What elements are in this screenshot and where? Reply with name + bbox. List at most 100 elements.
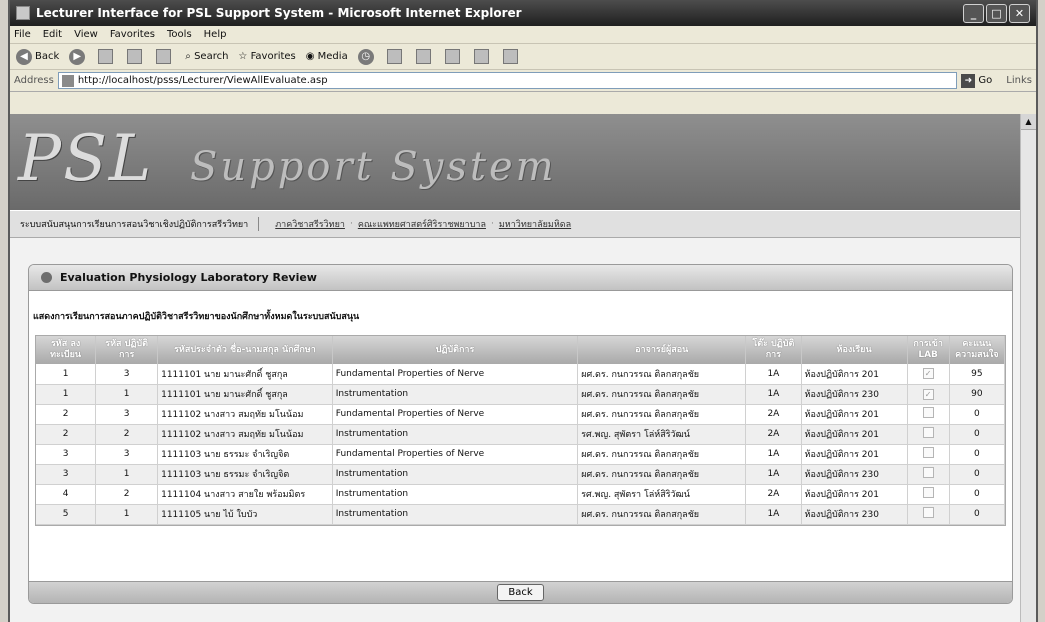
cell-attendance (907, 504, 950, 525)
title-bar: Lecturer Interface for PSL Support Syste… (10, 0, 1036, 26)
nav-link-mahidol[interactable]: มหาวิทยาลัยมหิดล (499, 217, 571, 231)
cell-room: ห้องปฏิบัติการ 201 (801, 444, 908, 465)
cell-student: 1111101 นาย มานะศักดิ์ ชูสกุล (157, 384, 333, 405)
table-row[interactable]: 5 1 1111105 นาย ไบ้ ใบบัว Instrumentatio… (36, 504, 1006, 525)
menu-favorites[interactable]: Favorites (110, 29, 155, 40)
home-button[interactable] (156, 49, 175, 64)
stop-icon (98, 49, 114, 64)
vertical-scrollbar[interactable]: ▲ (1020, 114, 1036, 622)
attendance-checkbox[interactable]: ✓ (922, 388, 934, 400)
col-header-table[interactable]: โต๊ะ ปฏิบัติการ (745, 336, 802, 364)
messenger-button[interactable] (502, 49, 522, 64)
search-button[interactable]: ⌕ Search (185, 51, 228, 62)
panel-bullet-icon (41, 272, 52, 283)
page-content: PSL Support System ระบบสนับสนุนการเรียนก… (10, 114, 1036, 622)
cell-instructor: ผศ.ดร. กนกวรรณ ติลกสกุลชัย (577, 464, 747, 485)
col-header-lab[interactable]: ปฏิบัติการ (332, 336, 579, 364)
panel-subtitle: แสดงการเรียนการสอนภาคปฏิบัติวิชาสรีรวิทย… (33, 312, 360, 322)
cell-lab-id: 1 (95, 504, 159, 525)
cell-registration-id: 2 (36, 404, 97, 425)
cell-attendance (907, 464, 950, 485)
discuss-button[interactable] (473, 49, 493, 64)
cell-lab: Instrumentation (332, 464, 579, 485)
cell-room: ห้องปฏิบัติการ 201 (801, 424, 908, 445)
table-row[interactable]: 3 1 1111103 นาย ธรรมะ จำเริญจิต Instrume… (36, 464, 1006, 485)
home-icon (156, 49, 172, 64)
forward-nav-button[interactable]: ▶ (69, 48, 88, 65)
minimize-button[interactable]: _ (963, 3, 984, 23)
cell-attendance (907, 444, 950, 465)
links-button[interactable]: Links (1006, 75, 1032, 86)
menu-file[interactable]: File (14, 29, 31, 40)
favorites-button[interactable]: ☆ Favorites (238, 51, 295, 62)
attendance-checkbox[interactable] (922, 407, 934, 418)
back-button[interactable]: Back (497, 584, 544, 601)
go-button[interactable]: ➜ Go (961, 73, 992, 88)
menu-help[interactable]: Help (204, 29, 227, 40)
nav-link-physiology[interactable]: ภาควิชาสรีรวิทยา (275, 217, 345, 231)
col-header-room[interactable]: ห้องเรียน (801, 336, 908, 364)
cell-lab-id: 3 (95, 364, 159, 385)
menu-view[interactable]: View (74, 29, 98, 40)
col-header-score[interactable]: คะแนน ความสนใจ (949, 336, 1006, 364)
col-header-lab-id[interactable]: รหัส ปฏิบัติการ (95, 336, 159, 364)
ie-app-icon (16, 6, 30, 20)
cell-registration-id: 3 (36, 444, 97, 465)
cell-instructor: รศ.พญ. สุพัตรา โล่ห์สิริวัฒน์ (577, 424, 747, 445)
cell-score: 0 (949, 504, 1006, 525)
mail-button[interactable] (386, 49, 406, 64)
col-header-registration-id[interactable]: รหัส ลงทะเบียน (36, 336, 97, 364)
print-icon (415, 49, 431, 64)
scroll-up-icon[interactable]: ▲ (1021, 114, 1036, 130)
attendance-checkbox[interactable]: ✓ (922, 368, 934, 380)
address-input[interactable]: http://localhost/psss/Lecturer/ViewAllEv… (57, 72, 958, 89)
table-row[interactable]: 3 3 1111103 นาย ธรรมะ จำเริญจิต Fundamen… (36, 444, 1006, 465)
history-icon: ◷ (357, 48, 374, 65)
table-row[interactable]: 4 2 1111104 นางสาว สายใย พร้อมมิตร Instr… (36, 484, 1006, 505)
cell-student: 1111103 นาย ธรรมะ จำเริญจิต (157, 444, 333, 465)
attendance-checkbox[interactable] (922, 487, 934, 498)
menu-edit[interactable]: Edit (43, 29, 62, 40)
cell-lab: Instrumentation (332, 504, 579, 525)
table-row[interactable]: 2 3 1111102 นางสาว สมฤทัย มโนน้อม Fundam… (36, 404, 1006, 425)
history-button[interactable]: ◷ (357, 48, 377, 65)
table-row[interactable]: 1 1 1111101 นาย มานะศักดิ์ ชูสกุล Instru… (36, 384, 1006, 405)
search-label: Search (194, 51, 229, 62)
forward-arrow-icon: ▶ (69, 48, 86, 65)
attendance-checkbox[interactable] (922, 507, 934, 518)
print-button[interactable] (415, 49, 435, 64)
cell-table: 2A (745, 404, 802, 425)
attendance-checkbox[interactable] (922, 467, 934, 478)
banner-subtitle: Support System (190, 144, 557, 190)
nav-link-siriraj[interactable]: คณะแพทยศาสตร์ศิริราชพยาบาล (358, 217, 486, 231)
cell-instructor: ผศ.ดร. กนกวรรณ ติลกสกุลชัย (577, 364, 747, 385)
attendance-checkbox[interactable] (922, 447, 934, 458)
stop-button[interactable] (98, 49, 117, 64)
favorites-label: Favorites (250, 51, 296, 62)
col-header-attendance[interactable]: การเข้า LAB (907, 336, 950, 364)
col-header-instructor[interactable]: อาจารย์ผู้สอน (577, 336, 747, 364)
back-nav-button[interactable]: ◀ Back (16, 48, 59, 65)
close-button[interactable]: ✕ (1009, 3, 1030, 23)
menu-tools[interactable]: Tools (167, 29, 192, 40)
nav-separator: · (349, 219, 353, 229)
cell-instructor: ผศ.ดร. กนกวรรณ ติลกสกุลชัย (577, 404, 747, 425)
refresh-button[interactable] (127, 49, 146, 64)
search-icon: ⌕ (185, 51, 195, 62)
cell-attendance (907, 424, 950, 445)
page-icon (61, 74, 74, 87)
word-button[interactable] (444, 49, 464, 64)
col-header-student[interactable]: รหัสประจำตัว ชื่อ-นามสกุล นักศึกษา (157, 336, 333, 364)
refresh-icon (127, 49, 143, 64)
maximize-button[interactable]: □ (986, 3, 1007, 23)
cell-room: ห้องปฏิบัติการ 201 (801, 364, 908, 385)
cell-registration-id: 1 (36, 384, 97, 405)
cell-lab: Fundamental Properties of Nerve (332, 444, 579, 465)
evaluation-panel: Evaluation Physiology Laboratory Review … (28, 264, 1013, 604)
table-row[interactable]: 2 2 1111102 นางสาว สมฤทัย มโนน้อม Instru… (36, 424, 1006, 445)
media-button[interactable]: ◉ Media (306, 51, 348, 62)
table-row[interactable]: 1 3 1111101 นาย มานะศักดิ์ ชูสกุล Fundam… (36, 364, 1006, 385)
cell-student: 1111102 นางสาว สมฤทัย มโนน้อม (157, 424, 333, 445)
attendance-checkbox[interactable] (922, 427, 934, 438)
cell-room: ห้องปฏิบัติการ 230 (801, 504, 908, 525)
